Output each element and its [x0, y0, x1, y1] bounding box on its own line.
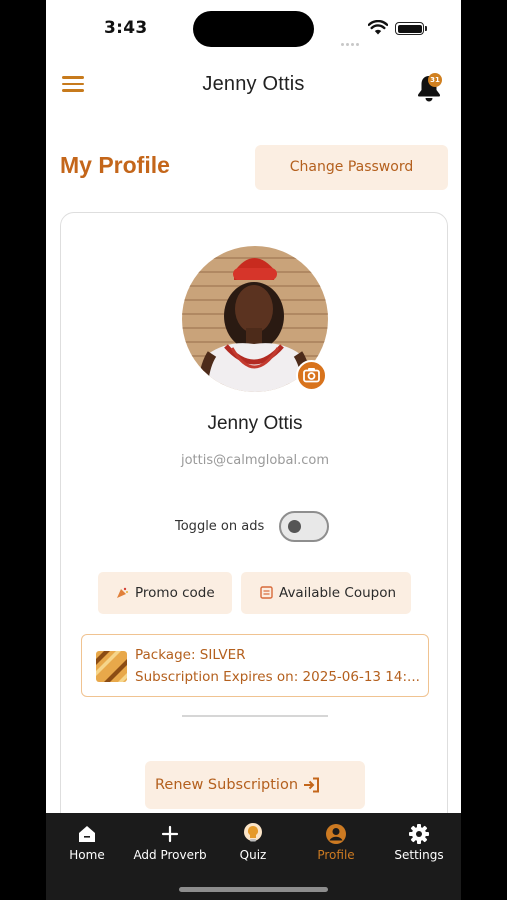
- renew-subscription-label: Renew Subscription: [155, 777, 299, 793]
- phone-screen: 3:43 Jenny Ottis 31 My Profile Change Pa…: [46, 0, 461, 900]
- coupon-icon: [260, 586, 273, 599]
- nav-add-proverb-label: Add Proverb: [133, 848, 207, 862]
- profile-email: jottis@calmglobal.com: [180, 453, 330, 468]
- dynamic-island: [193, 11, 314, 47]
- nav-profile[interactable]: Profile: [295, 823, 377, 862]
- app-header: Jenny Ottis 31: [46, 62, 461, 110]
- status-time: 3:43: [104, 18, 148, 38]
- signal-dots-icon: [341, 31, 361, 46]
- subscription-package-card: Package: SILVER Subscription Expires on:…: [81, 634, 429, 697]
- bulb-icon: [244, 823, 262, 842]
- home-icon: [79, 826, 95, 842]
- available-coupon-button[interactable]: Available Coupon: [241, 572, 411, 614]
- promo-code-label: Promo code: [135, 585, 215, 601]
- bottom-navigation: Home Add Proverb Quiz Profile Settings: [46, 813, 461, 900]
- renew-subscription-button[interactable]: Renew Subscription: [145, 761, 365, 809]
- package-name: Package: SILVER: [135, 647, 246, 663]
- gear-icon: [409, 824, 429, 844]
- change-password-button[interactable]: Change Password: [255, 145, 448, 190]
- login-arrow-icon: [304, 777, 319, 793]
- wifi-icon: [368, 20, 388, 35]
- change-photo-button[interactable]: [296, 360, 327, 391]
- page-title: My Profile: [60, 152, 170, 178]
- nav-profile-label: Profile: [317, 848, 355, 862]
- header-title: Jenny Ottis: [202, 73, 305, 95]
- home-indicator: [179, 887, 328, 892]
- profile-card: Jenny Ottis jottis@calmglobal.com Toggle…: [60, 212, 448, 852]
- nav-add-proverb[interactable]: Add Proverb: [129, 823, 211, 862]
- status-bar: 3:43: [46, 0, 461, 60]
- camera-icon: [303, 368, 320, 383]
- battery-icon: [395, 22, 427, 35]
- nav-quiz-label: Quiz: [239, 848, 267, 862]
- person-icon: [326, 824, 346, 844]
- ads-toggle-label: Toggle on ads: [175, 519, 265, 534]
- notification-badge: 31: [428, 73, 442, 87]
- party-popper-icon: [117, 587, 128, 598]
- plus-icon: [161, 825, 179, 843]
- ads-toggle[interactable]: [279, 511, 329, 542]
- nav-settings[interactable]: Settings: [378, 823, 460, 862]
- package-badge-icon: [96, 651, 127, 682]
- subscription-expiry: Subscription Expires on: 2025-06-13 14:.…: [135, 669, 420, 685]
- available-coupon-label: Available Coupon: [279, 585, 397, 601]
- notification-button[interactable]: 31: [416, 73, 444, 102]
- toggle-knob: [288, 520, 301, 533]
- promo-code-button[interactable]: Promo code: [98, 572, 232, 614]
- nav-settings-label: Settings: [394, 848, 444, 862]
- nav-quiz[interactable]: Quiz: [212, 823, 294, 862]
- nav-home-label: Home: [69, 848, 105, 862]
- nav-home[interactable]: Home: [46, 823, 128, 862]
- divider: [182, 715, 328, 717]
- profile-name: Jenny Ottis: [207, 413, 303, 434]
